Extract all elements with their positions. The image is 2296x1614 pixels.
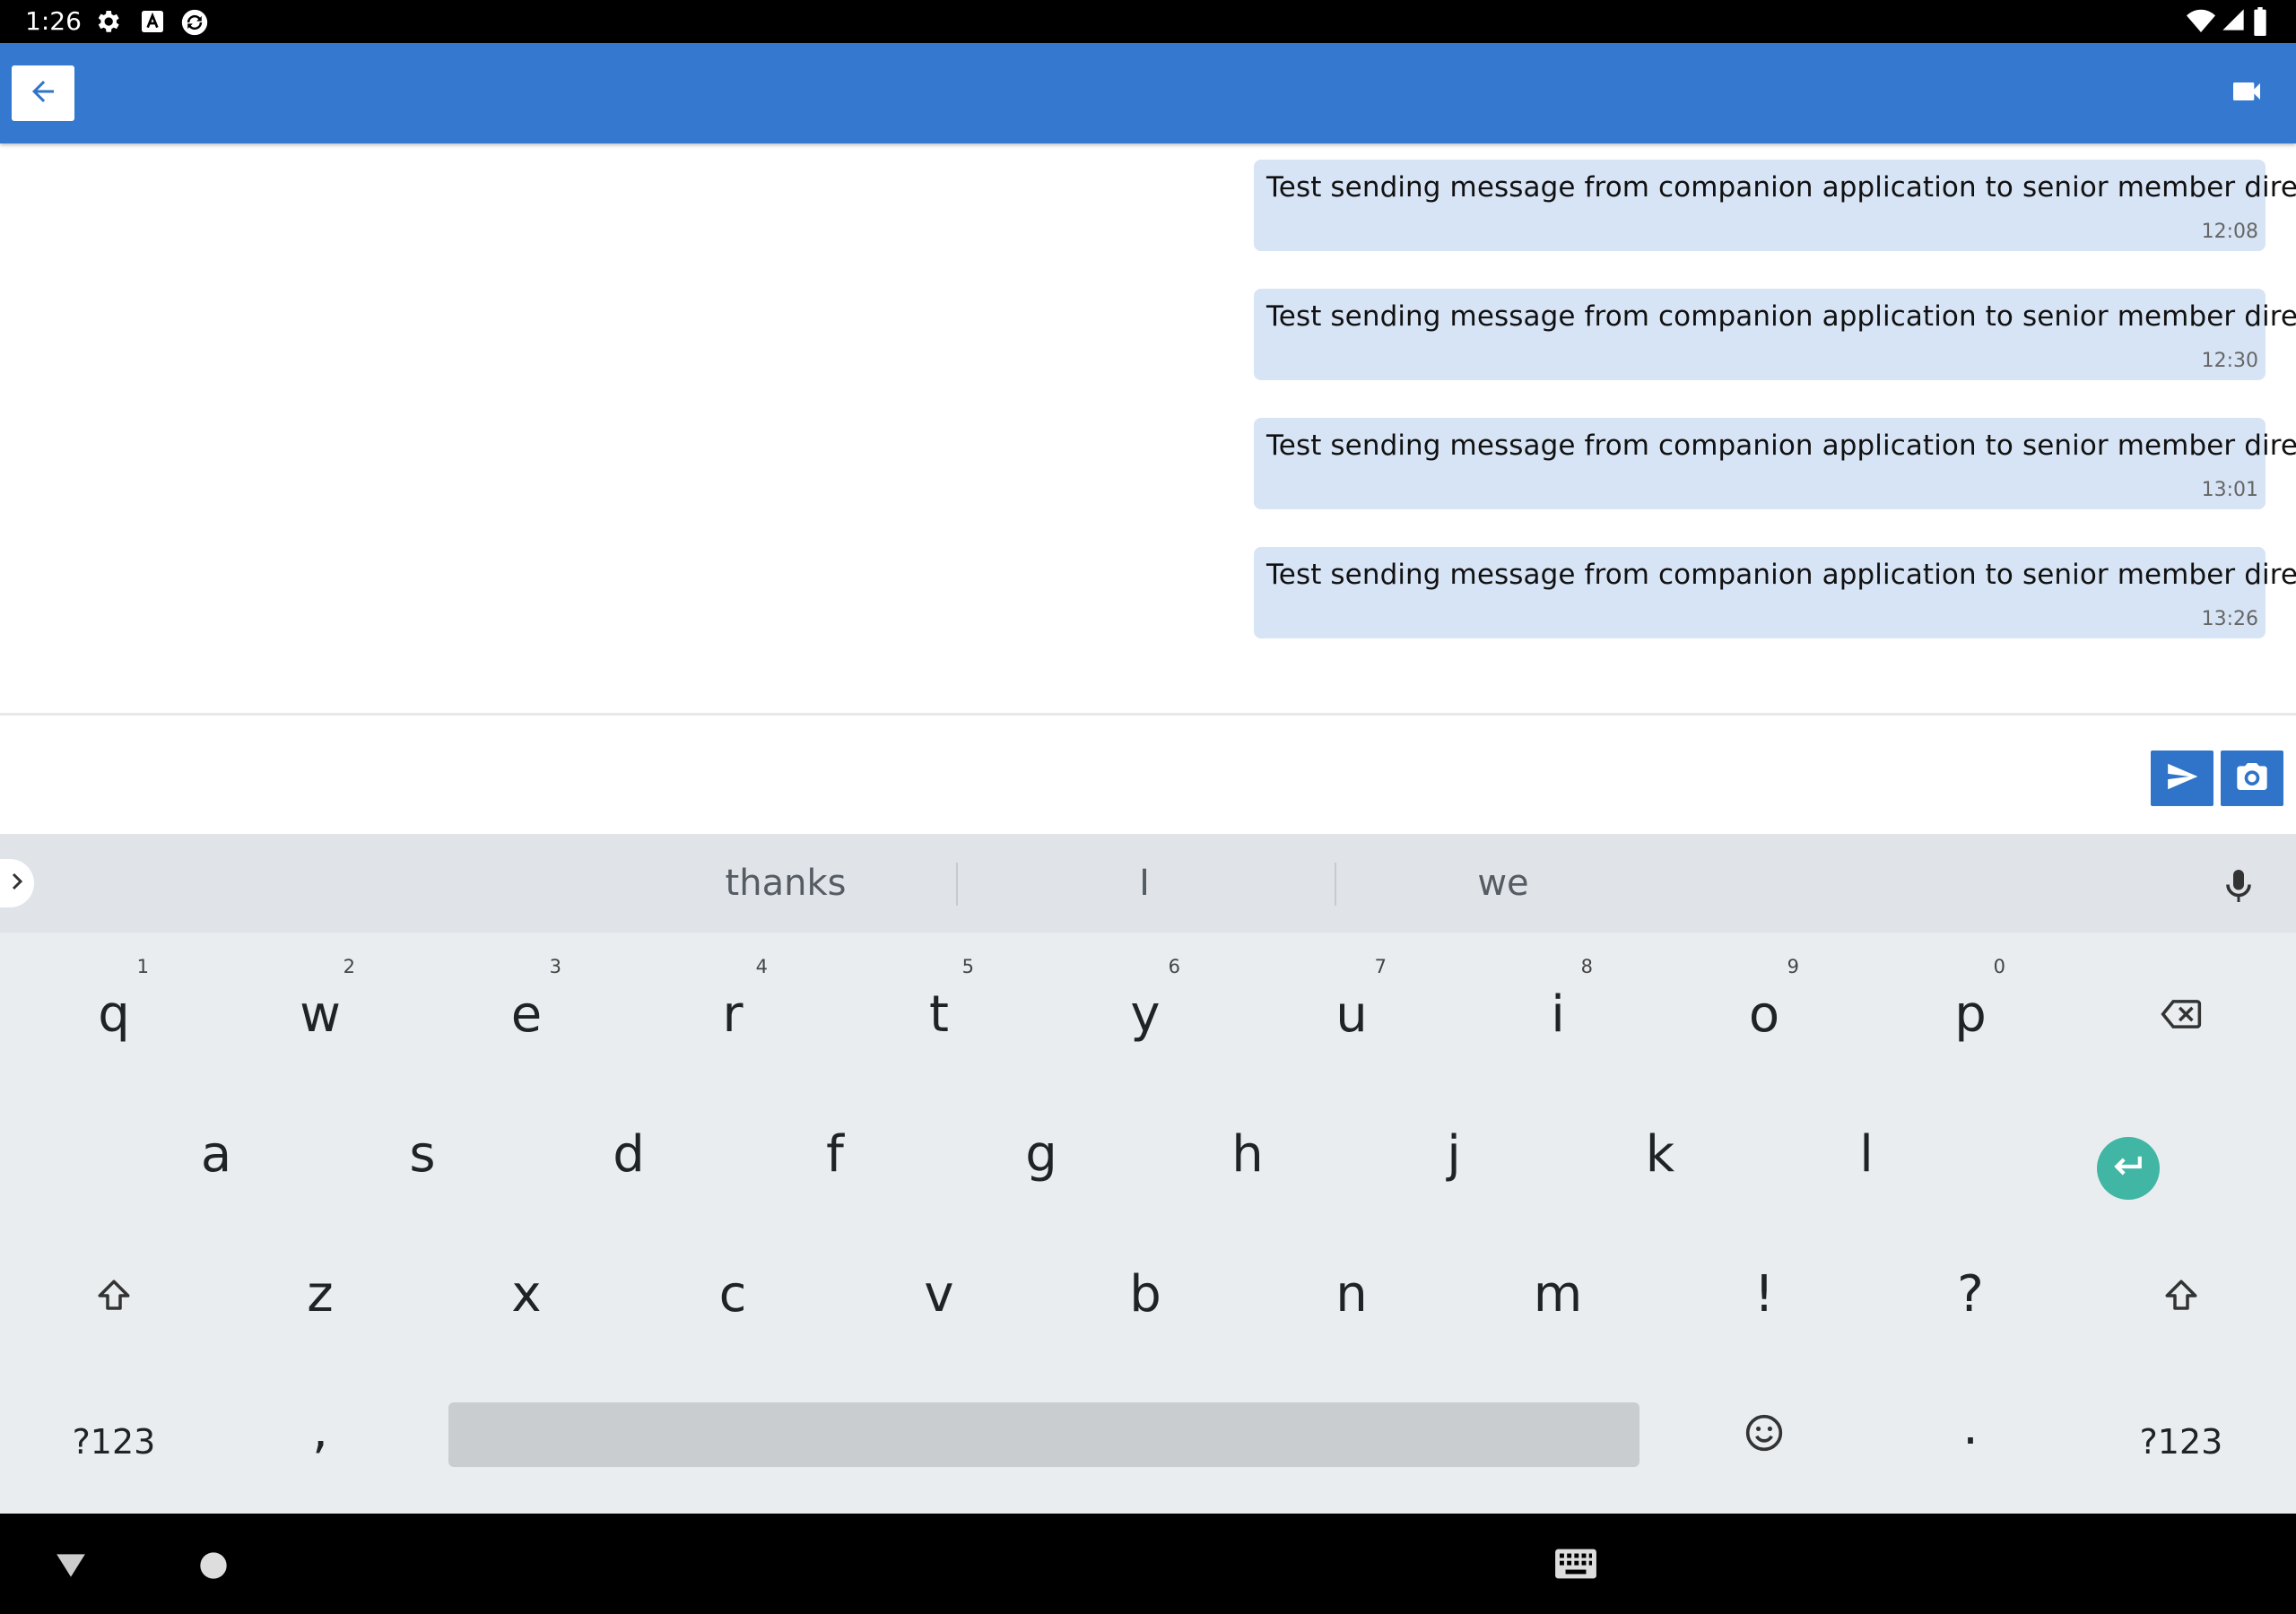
app-bar — [0, 43, 2296, 143]
key-j[interactable]: j — [1351, 1087, 1557, 1221]
key-z[interactable]: z — [217, 1227, 423, 1361]
gear-icon — [93, 7, 122, 36]
message-text: Test sending message from companion appl… — [1266, 300, 2296, 333]
message-time: 12:08 — [2201, 221, 2258, 243]
backspace-icon — [2161, 998, 2202, 1034]
shift-icon — [2162, 1277, 2200, 1318]
message-bubble: Test sending message from companion appl… — [1254, 547, 2296, 638]
camera-button[interactable] — [2221, 751, 2283, 806]
key-y[interactable]: y6 — [1042, 947, 1248, 1081]
message-bubble: Test sending message from companion appl… — [1254, 289, 2296, 380]
key-comma[interactable]: , — [217, 1367, 423, 1501]
suggestion-expand-button[interactable] — [0, 859, 34, 907]
key-s[interactable]: s — [319, 1087, 526, 1221]
camera-icon — [2234, 759, 2270, 798]
message-text: Test sending message from companion appl… — [1266, 171, 2296, 204]
home-circle-icon[interactable] — [199, 1551, 228, 1584]
enter-key[interactable] — [2097, 1137, 2160, 1200]
signal-icon — [2221, 7, 2249, 36]
send-icon — [2165, 759, 2199, 797]
backspace-key[interactable] — [2074, 986, 2289, 1046]
suggestion-divider — [956, 863, 958, 906]
suggestion-2[interactable]: I — [992, 859, 1297, 907]
video-call-button[interactable] — [2226, 73, 2267, 114]
key-g[interactable]: g — [938, 1087, 1144, 1221]
message-bubble: Test sending message from companion appl… — [1254, 160, 2296, 251]
emoji-icon — [1744, 1413, 1784, 1456]
a-badge-icon — [138, 7, 167, 36]
message-text: Test sending message from companion appl… — [1266, 430, 2296, 462]
key-b[interactable]: b — [1042, 1227, 1248, 1361]
shift-key-left[interactable] — [11, 1266, 217, 1329]
battery-icon — [2251, 7, 2280, 36]
enter-icon — [2110, 1152, 2146, 1184]
symbols-key-right[interactable]: ?123 — [2074, 1367, 2289, 1501]
key-f[interactable]: f — [732, 1087, 938, 1221]
key-l[interactable]: l — [1763, 1087, 1970, 1221]
key-k[interactable]: k — [1557, 1087, 1763, 1221]
key-exclamation[interactable]: ! — [1661, 1227, 1867, 1361]
key-d[interactable]: d — [526, 1087, 732, 1221]
suggestion-1[interactable]: thanks — [579, 859, 992, 907]
message-bubble: Test sending message from companion appl… — [1254, 418, 2296, 509]
key-q[interactable]: q1 — [11, 947, 217, 1081]
key-e[interactable]: e3 — [423, 947, 630, 1081]
key-p[interactable]: p0 — [1867, 947, 2074, 1081]
key-h[interactable]: h — [1144, 1087, 1351, 1221]
send-button[interactable] — [2151, 751, 2213, 806]
back-button[interactable] — [12, 65, 74, 121]
video-camera-icon — [2229, 74, 2265, 113]
message-input[interactable] — [0, 716, 2296, 834]
space-key[interactable] — [448, 1402, 1639, 1467]
shift-key-right[interactable] — [2074, 1266, 2289, 1329]
key-period[interactable]: . — [1867, 1367, 2074, 1501]
key-c[interactable]: c — [630, 1227, 836, 1361]
chevron-right-icon — [6, 871, 28, 896]
message-text: Test sending message from companion appl… — [1266, 559, 2296, 591]
navigation-bar — [0, 1514, 2296, 1614]
key-r[interactable]: r4 — [630, 947, 836, 1081]
suggestion-strip: thanks I we — [0, 834, 2296, 933]
message-time: 13:26 — [2201, 608, 2258, 630]
key-x[interactable]: x — [423, 1227, 630, 1361]
key-n[interactable]: n — [1248, 1227, 1455, 1361]
key-question[interactable]: ? — [1867, 1227, 2074, 1361]
key-u[interactable]: u7 — [1248, 947, 1455, 1081]
message-time: 12:30 — [2201, 350, 2258, 372]
suggestion-3[interactable]: we — [1336, 859, 1670, 907]
wifi-icon — [2187, 7, 2215, 36]
key-t[interactable]: t5 — [836, 947, 1042, 1081]
shift-icon — [95, 1277, 133, 1318]
emoji-key[interactable] — [1661, 1401, 1867, 1469]
sync-icon — [179, 7, 208, 36]
key-w[interactable]: w2 — [217, 947, 423, 1081]
key-m[interactable]: m — [1455, 1227, 1661, 1361]
status-time: 1:26 — [25, 6, 82, 36]
message-time: 13:01 — [2201, 479, 2258, 501]
arrow-left-icon — [27, 75, 59, 111]
key-a[interactable]: a — [113, 1087, 319, 1221]
keyboard-icon[interactable] — [1553, 1548, 1598, 1584]
key-v[interactable]: v — [836, 1227, 1042, 1361]
key-i[interactable]: i8 — [1455, 947, 1661, 1081]
symbols-key-left[interactable]: ?123 — [11, 1367, 217, 1501]
back-triangle-icon[interactable] — [54, 1551, 88, 1584]
key-o[interactable]: o9 — [1661, 947, 1867, 1081]
mic-icon[interactable] — [2222, 866, 2255, 906]
status-bar: 1:26 — [0, 0, 2296, 43]
